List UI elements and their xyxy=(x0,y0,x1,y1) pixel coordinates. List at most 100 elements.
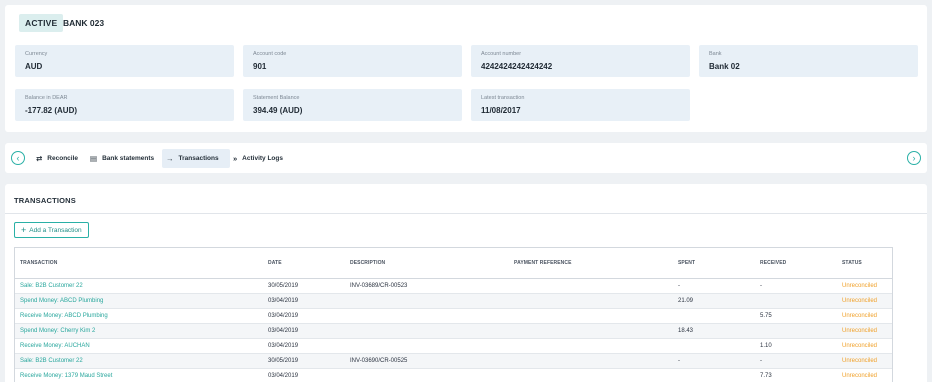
spent-cell xyxy=(673,338,755,354)
transaction-link[interactable]: Spend Money: ABCD Plumbing xyxy=(15,293,263,309)
payment-reference-cell xyxy=(509,338,673,354)
transaction-link[interactable]: Sale: B2B Customer 22 xyxy=(15,353,263,369)
chevron-left-icon: ‹ xyxy=(16,153,20,163)
tab-label: Transactions xyxy=(178,155,219,162)
chevrons-right-icon: » xyxy=(233,154,238,163)
date-cell: 03/04/2019 xyxy=(263,293,345,309)
transaction-link[interactable]: Receive Money: 1379 Maud Street xyxy=(15,368,263,382)
divider xyxy=(5,213,927,214)
spent-cell: 21.09 xyxy=(673,293,755,309)
page-title: BANK 023 xyxy=(63,18,105,28)
tab-label: Activity Logs xyxy=(242,155,283,162)
description-cell xyxy=(345,338,509,354)
status-cell: Unreconciled xyxy=(837,308,892,324)
field-value: 901 xyxy=(253,62,267,71)
payment-reference-cell xyxy=(509,278,673,294)
bank-field: Bank Bank 02 xyxy=(699,45,918,77)
add-transaction-label: Add a Transaction xyxy=(29,226,82,234)
date-cell: 30/05/2019 xyxy=(263,278,345,294)
date-cell: 30/05/2019 xyxy=(263,353,345,369)
column-header[interactable]: SPENT xyxy=(673,248,755,279)
date-cell: 03/04/2019 xyxy=(263,338,345,354)
account-code-field: Account code 901 xyxy=(243,45,462,77)
field-value: AUD xyxy=(25,62,43,71)
received-cell: 1.10 xyxy=(755,338,837,354)
latest-transaction-field: Latest transaction 11/08/2017 xyxy=(471,89,690,121)
payment-reference-cell xyxy=(509,353,673,369)
description-cell: INV-03690/CR-00525 xyxy=(345,353,509,369)
add-transaction-button[interactable]: + Add a Transaction xyxy=(14,222,89,238)
received-cell: - xyxy=(755,278,837,294)
payment-reference-cell xyxy=(509,308,673,324)
received-cell: 7.73 xyxy=(755,368,837,382)
received-cell xyxy=(755,293,837,309)
received-cell: 5.75 xyxy=(755,308,837,324)
table-row[interactable]: Sale: B2B Customer 22 30/05/2019 INV-036… xyxy=(15,353,892,369)
tab-label: Bank statements xyxy=(102,155,155,162)
status-cell: Unreconciled xyxy=(837,278,892,294)
transaction-link[interactable]: Receive Money: ABCD Plumbing xyxy=(15,308,263,324)
field-value: 11/08/2017 xyxy=(481,106,521,115)
date-cell: 03/04/2019 xyxy=(263,323,345,339)
balance-field: Balance in DEAR -177.82 (AUD) xyxy=(15,89,234,121)
field-label: Balance in DEAR xyxy=(25,95,68,101)
statement-balance-field: Statement Balance 394.49 (AUD) xyxy=(243,89,462,121)
date-cell: 03/04/2019 xyxy=(263,308,345,324)
payment-reference-cell xyxy=(509,293,673,309)
transaction-link[interactable]: Sale: B2B Customer 22 xyxy=(15,278,263,294)
table-row[interactable]: Receive Money: 1379 Maud Street 03/04/20… xyxy=(15,368,892,382)
tab-bank-statements[interactable]: ▤ Bank statements xyxy=(86,149,158,168)
plus-icon: + xyxy=(21,224,27,235)
table-row[interactable]: Sale: B2B Customer 22 30/05/2019 INV-036… xyxy=(15,278,892,294)
column-header[interactable]: STATUS xyxy=(837,248,892,279)
field-value: -177.82 (AUD) xyxy=(25,106,78,115)
table-header-row: TRANSACTION DATE DESCRIPTION PAYMENT REF… xyxy=(15,248,892,279)
status-cell: Unreconciled xyxy=(837,293,892,309)
table-row[interactable]: Spend Money: ABCD Plumbing 03/04/2019 21… xyxy=(15,293,892,309)
status-cell: Unreconciled xyxy=(837,323,892,339)
table-row[interactable]: Receive Money: AUCHAN 03/04/2019 1.10 Un… xyxy=(15,338,892,354)
status-cell: Unreconciled xyxy=(837,368,892,382)
description-cell xyxy=(345,323,509,339)
payment-reference-cell xyxy=(509,368,673,382)
transaction-link[interactable]: Receive Money: AUCHAN xyxy=(15,338,263,354)
description-cell xyxy=(345,293,509,309)
field-label: Account number xyxy=(481,51,522,57)
prev-arrow-button[interactable]: ‹ xyxy=(11,151,25,165)
tab-transactions[interactable]: → Transactions xyxy=(162,149,230,168)
field-label: Bank xyxy=(709,51,722,57)
tab-reconcile[interactable]: ⇄ Reconcile xyxy=(32,149,82,168)
field-value: 4242424242424242 xyxy=(481,62,553,71)
table-row[interactable]: Spend Money: Cherry Kim 2 03/04/2019 18.… xyxy=(15,323,892,339)
arrow-right-icon: → xyxy=(166,154,174,163)
column-header[interactable]: DATE xyxy=(263,248,345,279)
column-header[interactable]: DESCRIPTION xyxy=(345,248,509,279)
status-badge: ACTIVE xyxy=(19,14,64,32)
status-cell: Unreconciled xyxy=(837,353,892,369)
column-header[interactable]: PAYMENT REFERENCE xyxy=(509,248,673,279)
column-header[interactable]: TRANSACTION xyxy=(15,248,263,279)
next-arrow-button[interactable]: › xyxy=(907,151,921,165)
field-label: Currency xyxy=(25,51,48,57)
description-cell xyxy=(345,308,509,324)
tab-label: Reconcile xyxy=(47,155,79,162)
table-row[interactable]: Receive Money: ABCD Plumbing 03/04/2019 … xyxy=(15,308,892,324)
field-value: Bank 02 xyxy=(709,62,740,71)
received-cell: - xyxy=(755,353,837,369)
spent-cell: - xyxy=(673,353,755,369)
transactions-panel: TRANSACTIONS + Add a Transaction TRANSAC… xyxy=(5,184,927,382)
status-cell: Unreconciled xyxy=(837,338,892,354)
payment-reference-cell xyxy=(509,323,673,339)
spent-cell xyxy=(673,368,755,382)
field-value: 394.49 (AUD) xyxy=(253,106,303,115)
swap-arrows-icon: ⇄ xyxy=(36,154,43,163)
spent-cell: - xyxy=(673,278,755,294)
document-icon: ▤ xyxy=(90,154,98,163)
tab-activity-logs[interactable]: » Activity Logs xyxy=(229,149,287,168)
account-number-field: Account number 4242424242424242 xyxy=(471,45,690,77)
column-header[interactable]: RECEIVED xyxy=(755,248,837,279)
transaction-link[interactable]: Spend Money: Cherry Kim 2 xyxy=(15,323,263,339)
description-cell: INV-03689/CR-00523 xyxy=(345,278,509,294)
spent-cell: 18.43 xyxy=(673,323,755,339)
transactions-table: TRANSACTION DATE DESCRIPTION PAYMENT REF… xyxy=(14,247,893,382)
